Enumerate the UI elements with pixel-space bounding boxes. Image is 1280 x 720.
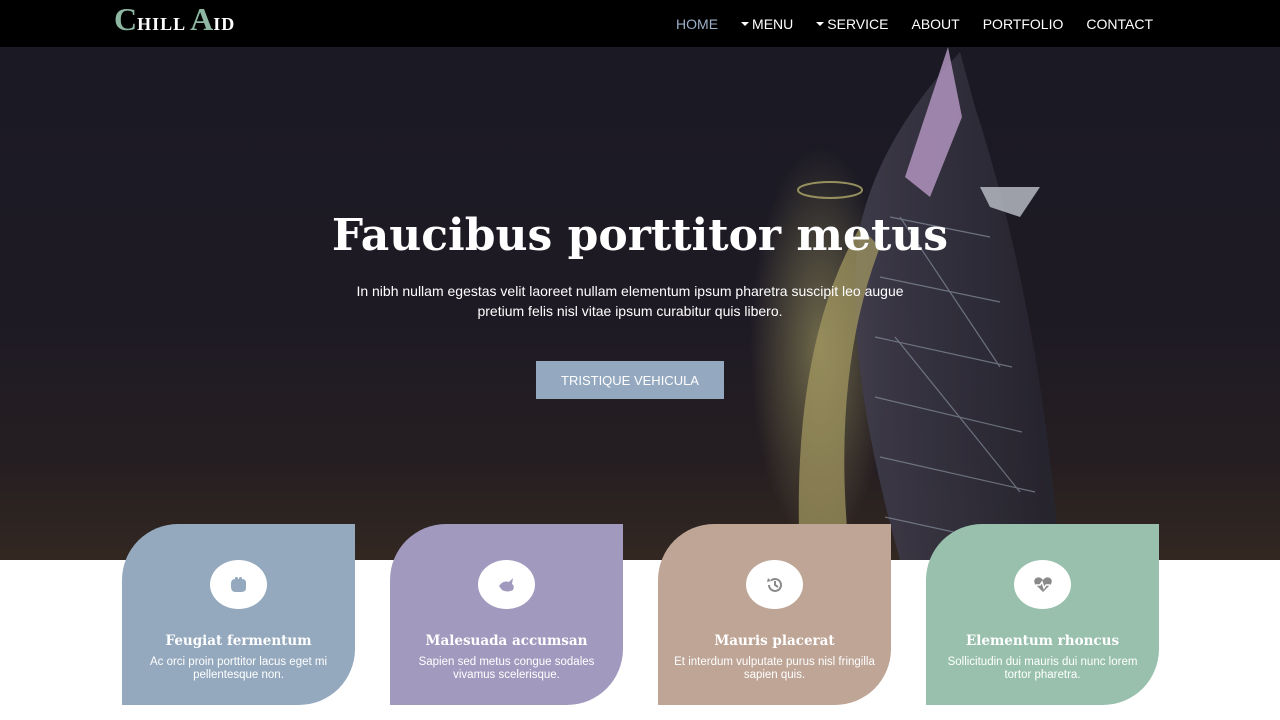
logo-letter-a: A (190, 1, 214, 37)
history-icon (746, 560, 803, 609)
hand-icon (210, 560, 267, 609)
site-logo[interactable]: CHILL AID (114, 3, 235, 35)
feature-card-1[interactable]: Feugiat fermentum Ac orci proin porttito… (122, 524, 355, 705)
feature-description: Et interdum vulputate purus nisl fringil… (674, 656, 875, 681)
caret-down-icon (741, 22, 750, 26)
logo-letter-c: C (114, 1, 138, 37)
feature-title: Feugiat fermentum (165, 633, 312, 649)
logo-text-id: ID (213, 14, 236, 34)
nav-home[interactable]: HOME (676, 16, 718, 32)
hero-subtitle: In nibh nullam egestas velit laoreet nul… (356, 283, 904, 319)
nav-contact[interactable]: CONTACT (1086, 16, 1153, 32)
feature-card-3[interactable]: Mauris placerat Et interdum vulputate pu… (658, 524, 891, 705)
nav-service[interactable]: SERVICE (816, 16, 888, 32)
dove-icon (478, 560, 535, 609)
main-nav: HOME MENU SERVICE ABOUT PORTFOLIO CONTAC… (653, 0, 1153, 47)
feature-title: Mauris placerat (714, 633, 835, 649)
logo-text-hill: HILL (137, 14, 187, 34)
heartbeat-icon (1014, 560, 1071, 609)
feature-card-2[interactable]: Malesuada accumsan Sapien sed metus cong… (390, 524, 623, 705)
top-navbar: CHILL AID HOME MENU SERVICE ABOUT PORTFO… (0, 0, 1280, 47)
caret-down-icon (816, 22, 825, 26)
nav-menu[interactable]: MENU (741, 16, 793, 32)
hero-title: Faucibus porttitor metus (331, 210, 949, 261)
hero-cta-button[interactable]: TRISTIQUE VEHICULA (536, 361, 724, 399)
nav-about[interactable]: ABOUT (911, 16, 959, 32)
feature-title: Elementum rhoncus (965, 633, 1120, 649)
feature-description: Ac orci proin porttitor lacus eget mi pe… (149, 656, 328, 681)
feature-title: Malesuada accumsan (425, 633, 588, 649)
nav-portfolio[interactable]: PORTFOLIO (983, 16, 1064, 32)
hero-banner: Faucibus porttitor metus In nibh nullam … (0, 47, 1280, 560)
feature-description: Sollicitudin dui mauris dui nunc lorem t… (947, 656, 1138, 681)
feature-card-4[interactable]: Elementum rhoncus Sollicitudin dui mauri… (926, 524, 1159, 705)
feature-description: Sapien sed metus congue sodales vivamus … (418, 656, 595, 681)
